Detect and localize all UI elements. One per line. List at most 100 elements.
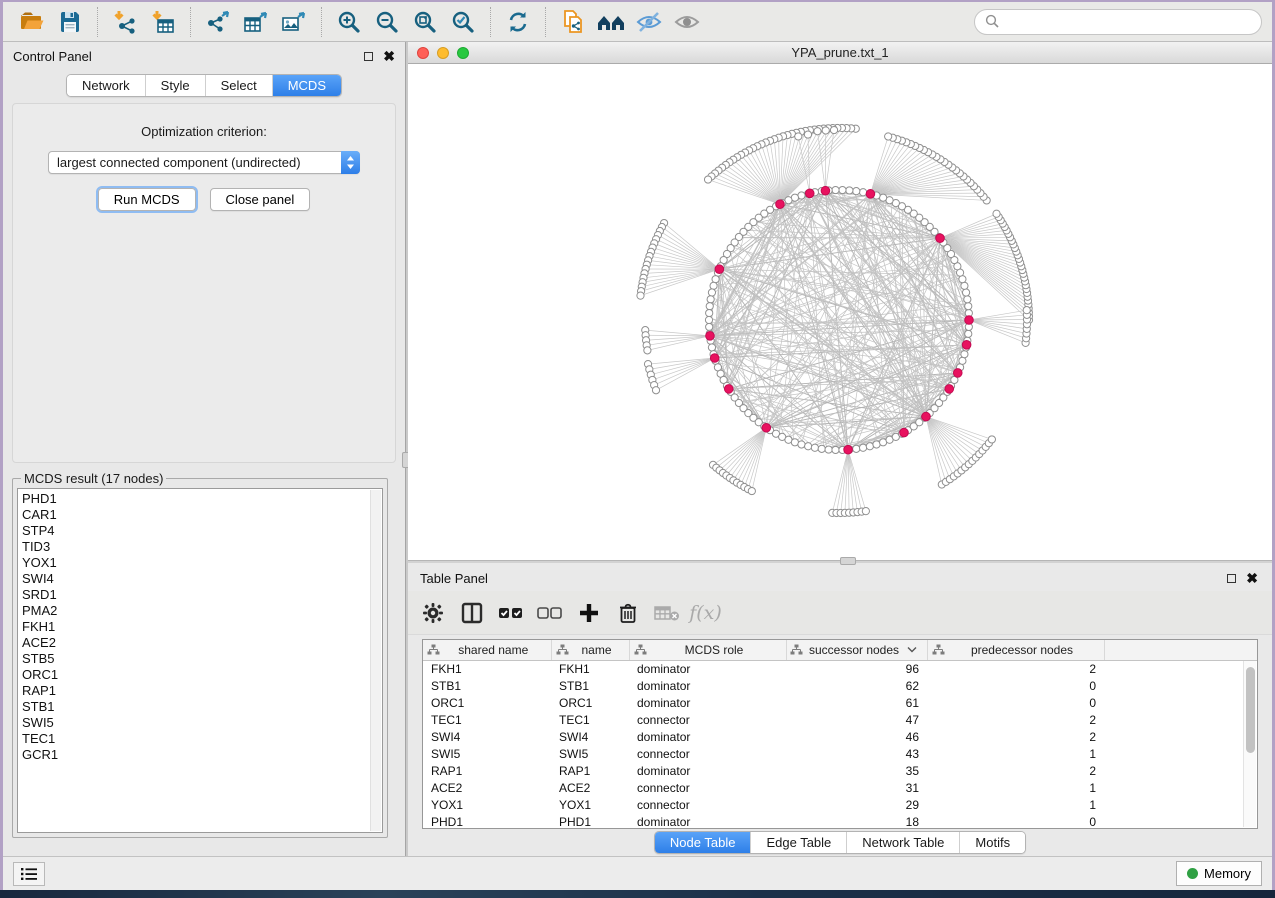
network-graph xyxy=(408,64,1272,560)
export-image-button[interactable] xyxy=(275,6,313,38)
table-row[interactable]: RAP1RAP1dominator352 xyxy=(423,762,1257,779)
list-item[interactable]: CAR1 xyxy=(22,507,382,523)
control-panel: Control Panel ✖ NetworkStyleSelectMCDS O… xyxy=(3,42,405,856)
table-row[interactable]: ACE2ACE2connector311 xyxy=(423,779,1257,796)
run-mcds-button[interactable]: Run MCDS xyxy=(98,188,196,211)
column-header-predecessor-nodes[interactable]: predecessor nodes xyxy=(927,640,1104,660)
zoom-selected-icon xyxy=(450,9,476,35)
table-cell xyxy=(1104,711,1257,728)
table-cell: 43 xyxy=(786,745,927,762)
close-panel-icon[interactable]: ✖ xyxy=(383,51,395,61)
table-cell: ORC1 xyxy=(551,694,629,711)
hierarchy-icon xyxy=(556,644,569,656)
mcds-result-list[interactable]: PHD1CAR1STP4TID3YOX1SWI4SRD1PMA2FKH1ACE2… xyxy=(17,488,383,833)
add-column-button[interactable] xyxy=(570,596,607,630)
tab-style[interactable]: Style xyxy=(146,75,206,96)
table-cell: SWI5 xyxy=(551,745,629,762)
select-all-rows-button[interactable] xyxy=(492,596,529,630)
open-file-button[interactable] xyxy=(13,6,51,38)
list-item[interactable]: STB5 xyxy=(22,651,382,667)
list-item[interactable]: RAP1 xyxy=(22,683,382,699)
tab-mcds[interactable]: MCDS xyxy=(273,75,341,96)
network-canvas[interactable] xyxy=(408,64,1272,560)
table-row[interactable]: TEC1TEC1connector472 xyxy=(423,711,1257,728)
import-network-button[interactable] xyxy=(106,6,144,38)
save-session-button[interactable] xyxy=(51,6,89,38)
scrollbar-thumb[interactable] xyxy=(1246,667,1255,753)
tab-network[interactable]: Network xyxy=(67,75,146,96)
column-header-shared-name[interactable]: shared name xyxy=(423,640,551,660)
zoom-in-button[interactable] xyxy=(330,6,368,38)
search-input[interactable] xyxy=(1006,14,1251,29)
fx-icon: f(x) xyxy=(689,602,722,624)
list-item[interactable]: PHD1 xyxy=(22,491,382,507)
close-window-icon[interactable] xyxy=(417,47,429,59)
tab-node-table[interactable]: Node Table xyxy=(655,832,752,853)
list-item[interactable]: ORC1 xyxy=(22,667,382,683)
table-cell: 29 xyxy=(786,796,927,813)
list-item[interactable]: YOX1 xyxy=(22,555,382,571)
table-row[interactable]: FKH1FKH1dominator962 xyxy=(423,660,1257,677)
minimize-window-icon[interactable] xyxy=(437,47,449,59)
table-scrollbar[interactable] xyxy=(1243,661,1256,827)
import-table-button[interactable] xyxy=(144,6,182,38)
column-header-successor-nodes[interactable]: successor nodes xyxy=(786,640,927,660)
list-item[interactable]: GCR1 xyxy=(22,747,382,763)
column-header-mcds-role[interactable]: MCDS role xyxy=(629,640,786,660)
close-table-panel-icon[interactable]: ✖ xyxy=(1246,573,1258,583)
table-row[interactable]: SWI4SWI4dominator462 xyxy=(423,728,1257,745)
tab-select[interactable]: Select xyxy=(206,75,273,96)
table-cell xyxy=(1104,762,1257,779)
float-panel-icon[interactable] xyxy=(364,52,373,61)
table-row[interactable]: YOX1YOX1connector291 xyxy=(423,796,1257,813)
hide-selected-button[interactable] xyxy=(630,6,668,38)
first-neighbors-button[interactable] xyxy=(592,6,630,38)
tab-motifs[interactable]: Motifs xyxy=(960,832,1025,853)
select-columns-button[interactable] xyxy=(453,596,490,630)
list-item[interactable]: FKH1 xyxy=(22,619,382,635)
list-item[interactable]: SWI5 xyxy=(22,715,382,731)
memory-button[interactable]: Memory xyxy=(1176,861,1262,886)
table-options-gear-button[interactable] xyxy=(414,596,451,630)
clone-network-button[interactable] xyxy=(554,6,592,38)
list-item[interactable]: TID3 xyxy=(22,539,382,555)
list-item[interactable]: TEC1 xyxy=(22,731,382,747)
table-row[interactable]: STB1STB1dominator620 xyxy=(423,677,1257,694)
list-item[interactable]: STB1 xyxy=(22,699,382,715)
result-scrollbar[interactable] xyxy=(370,490,381,831)
maximize-window-icon[interactable] xyxy=(457,47,469,59)
list-item[interactable]: SRD1 xyxy=(22,587,382,603)
table-cell: YOX1 xyxy=(423,796,551,813)
refresh-view-button[interactable] xyxy=(499,6,537,38)
deselect-all-rows-button[interactable] xyxy=(531,596,568,630)
zoom-fit-button[interactable] xyxy=(406,6,444,38)
tab-network-table[interactable]: Network Table xyxy=(847,832,960,853)
sort-chevron-icon xyxy=(907,646,917,653)
zoom-selected-button[interactable] xyxy=(444,6,482,38)
table-panel-title: Table Panel xyxy=(420,571,488,586)
list-item[interactable]: SWI4 xyxy=(22,571,382,587)
clone-network-icon xyxy=(560,9,586,35)
export-network-button[interactable] xyxy=(199,6,237,38)
list-item[interactable]: PMA2 xyxy=(22,603,382,619)
table-cell: 1 xyxy=(927,779,1104,796)
table-row[interactable]: PHD1PHD1dominator180 xyxy=(423,813,1257,829)
task-history-button[interactable] xyxy=(13,862,45,886)
horizontal-splitter[interactable] xyxy=(408,560,1272,563)
close-panel-button[interactable]: Close panel xyxy=(210,188,311,211)
criterion-select[interactable]: largest connected component (undirected) xyxy=(48,151,360,174)
list-item[interactable]: ACE2 xyxy=(22,635,382,651)
show-all-button[interactable] xyxy=(668,6,706,38)
float-table-panel-icon[interactable] xyxy=(1227,574,1236,583)
table-cell: dominator xyxy=(629,677,786,694)
list-item[interactable]: STP4 xyxy=(22,523,382,539)
mcds-result-title: MCDS result (17 nodes) xyxy=(21,471,166,486)
zoom-out-button[interactable] xyxy=(368,6,406,38)
column-header-name[interactable]: name xyxy=(551,640,629,660)
table-row[interactable]: SWI5SWI5connector431 xyxy=(423,745,1257,762)
table-row[interactable]: ORC1ORC1dominator610 xyxy=(423,694,1257,711)
tab-edge-table[interactable]: Edge Table xyxy=(751,832,847,853)
export-table-button[interactable] xyxy=(237,6,275,38)
delete-columns-button[interactable] xyxy=(609,596,646,630)
table-cell: 61 xyxy=(786,694,927,711)
